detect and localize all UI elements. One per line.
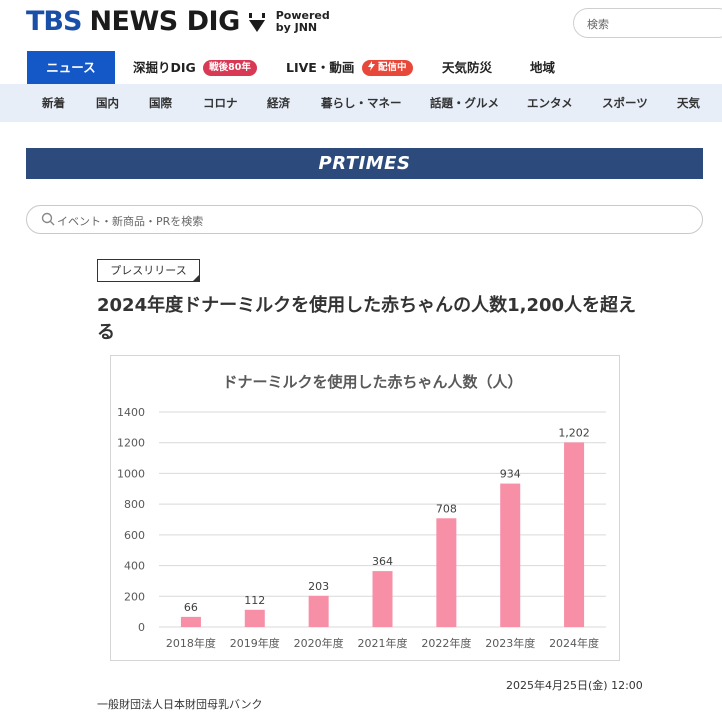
lightning-icon [367, 60, 375, 71]
x-tick-label: 2024年度 [549, 636, 599, 650]
y-tick-label: 400 [124, 560, 145, 573]
prtimes-banner[interactable]: PRTIMES [26, 148, 703, 179]
nav-tab-fukabori-dig[interactable]: 深掘りDIG 戦後80年 [133, 51, 257, 84]
nav-tab-weather-label: 天気防災 [442, 60, 493, 75]
search-icon [41, 212, 55, 226]
x-tick-label: 2020年度 [294, 636, 344, 650]
chart-title: ドナーミルクを使用した赤ちゃん人数（人） [222, 373, 522, 391]
category-life-money[interactable]: 暮らし・マネー [321, 84, 402, 122]
y-tick-label: 1400 [117, 406, 145, 419]
category-nav: 新着 国内 国際 コロナ 経済 暮らし・マネー 話題・グルメ エンタメ スポーツ… [0, 84, 722, 122]
tag-corner-decoration [192, 274, 200, 282]
nav-tab-region-label: 地域 [530, 60, 556, 75]
logo-news-dig-text: NEWS DIG [89, 6, 240, 37]
data-label: 112 [244, 594, 265, 607]
powered-line-2: by JNN [275, 20, 318, 34]
x-tick-label: 2018年度 [166, 636, 216, 650]
publish-date: 2025年4月25日(金) 12:00 [506, 679, 643, 692]
press-release-tag: プレスリリース [97, 259, 200, 282]
nav-tab-fukabori-label: 深掘りDIG [133, 60, 196, 75]
bar-chart: ドナーミルクを使用した赤ちゃん人数（人） 0 200 400 600 800 1000 120… [117, 373, 606, 650]
y-tick-label: 800 [124, 498, 145, 511]
category-new[interactable]: 新着 [42, 84, 65, 122]
nav-tab-region[interactable]: 地域 [530, 51, 555, 84]
y-tick-label: 600 [124, 529, 145, 542]
category-sports[interactable]: スポーツ [602, 84, 648, 122]
y-tick-label: 1000 [117, 467, 145, 480]
category-weather[interactable]: 天気 [677, 84, 700, 122]
bar-chart-container: ドナーミルクを使用した赤ちゃん人数（人） 0 200 400 600 800 1000 120… [110, 355, 620, 661]
data-label: 66 [184, 601, 198, 614]
nav-tab-news[interactable]: ニュース [27, 51, 115, 84]
category-corona[interactable]: コロナ [203, 84, 238, 122]
powered-by-jnn: Powered by JNN [275, 8, 330, 34]
prtimes-logo-text: PRTIMES [318, 153, 411, 174]
shovel-logo-icon [248, 12, 265, 32]
powered-line-1: Powered [275, 8, 330, 22]
y-tick-label: 200 [124, 590, 145, 603]
nav-tab-live-label: LIVE・動画 [286, 60, 355, 75]
logo-tbs-text: TBS [26, 6, 82, 37]
press-release-label: プレスリリース [110, 264, 187, 277]
site-header: TBS NEWS DIG Powered by JNN 検索 [0, 0, 722, 50]
bar [500, 483, 521, 627]
site-search-placeholder: 検索 [587, 18, 609, 31]
data-label: 934 [500, 468, 521, 481]
nav-tab-live-video[interactable]: LIVE・動画 配信中 [286, 51, 413, 84]
data-label: 708 [436, 502, 457, 515]
y-tick-label: 0 [138, 621, 145, 634]
primary-nav: ニュース 深掘りDIG 戦後80年 LIVE・動画 配信中 天気防災 地域 [0, 51, 722, 84]
y-tick-label: 1200 [117, 437, 145, 450]
bar [180, 616, 201, 627]
postwar-80-badge: 戦後80年 [203, 59, 257, 76]
category-topics-gourmet[interactable]: 話題・グルメ [430, 84, 499, 122]
nav-tab-news-label: ニュース [46, 60, 96, 75]
article-title: 2024年度ドナーミルクを使用した赤ちゃんの人数1,200人を超える [97, 295, 637, 343]
data-label: 364 [372, 555, 393, 568]
bar [308, 595, 329, 627]
category-international[interactable]: 国際 [149, 84, 172, 122]
x-tick-label: 2023年度 [485, 636, 535, 650]
prtimes-search-input[interactable]: イベント・新商品・PRを検索 [26, 205, 703, 234]
category-domestic[interactable]: 国内 [96, 84, 119, 122]
bar [244, 609, 265, 627]
data-label: 1,202 [558, 426, 590, 439]
site-logo[interactable]: TBS NEWS DIG Powered by JNN [26, 6, 330, 37]
bar [372, 571, 393, 627]
nav-tab-weather-disaster[interactable]: 天気防災 [442, 51, 492, 84]
streaming-badge-label: 配信中 [378, 61, 407, 73]
x-tick-label: 2022年度 [421, 636, 471, 650]
x-tick-label: 2019年度 [230, 636, 280, 650]
data-label: 203 [308, 580, 329, 593]
bar [564, 442, 585, 627]
prtimes-search-placeholder: イベント・新商品・PRを検索 [57, 215, 204, 228]
category-entertainment[interactable]: エンタメ [527, 84, 573, 122]
site-search-input[interactable]: 検索 [573, 8, 722, 38]
category-economy[interactable]: 経済 [267, 84, 290, 122]
bar [436, 518, 457, 627]
streaming-badge: 配信中 [361, 59, 413, 76]
x-tick-label: 2021年度 [358, 636, 408, 650]
company-name[interactable]: 一般財団法人日本財団母乳バンク [97, 696, 263, 712]
